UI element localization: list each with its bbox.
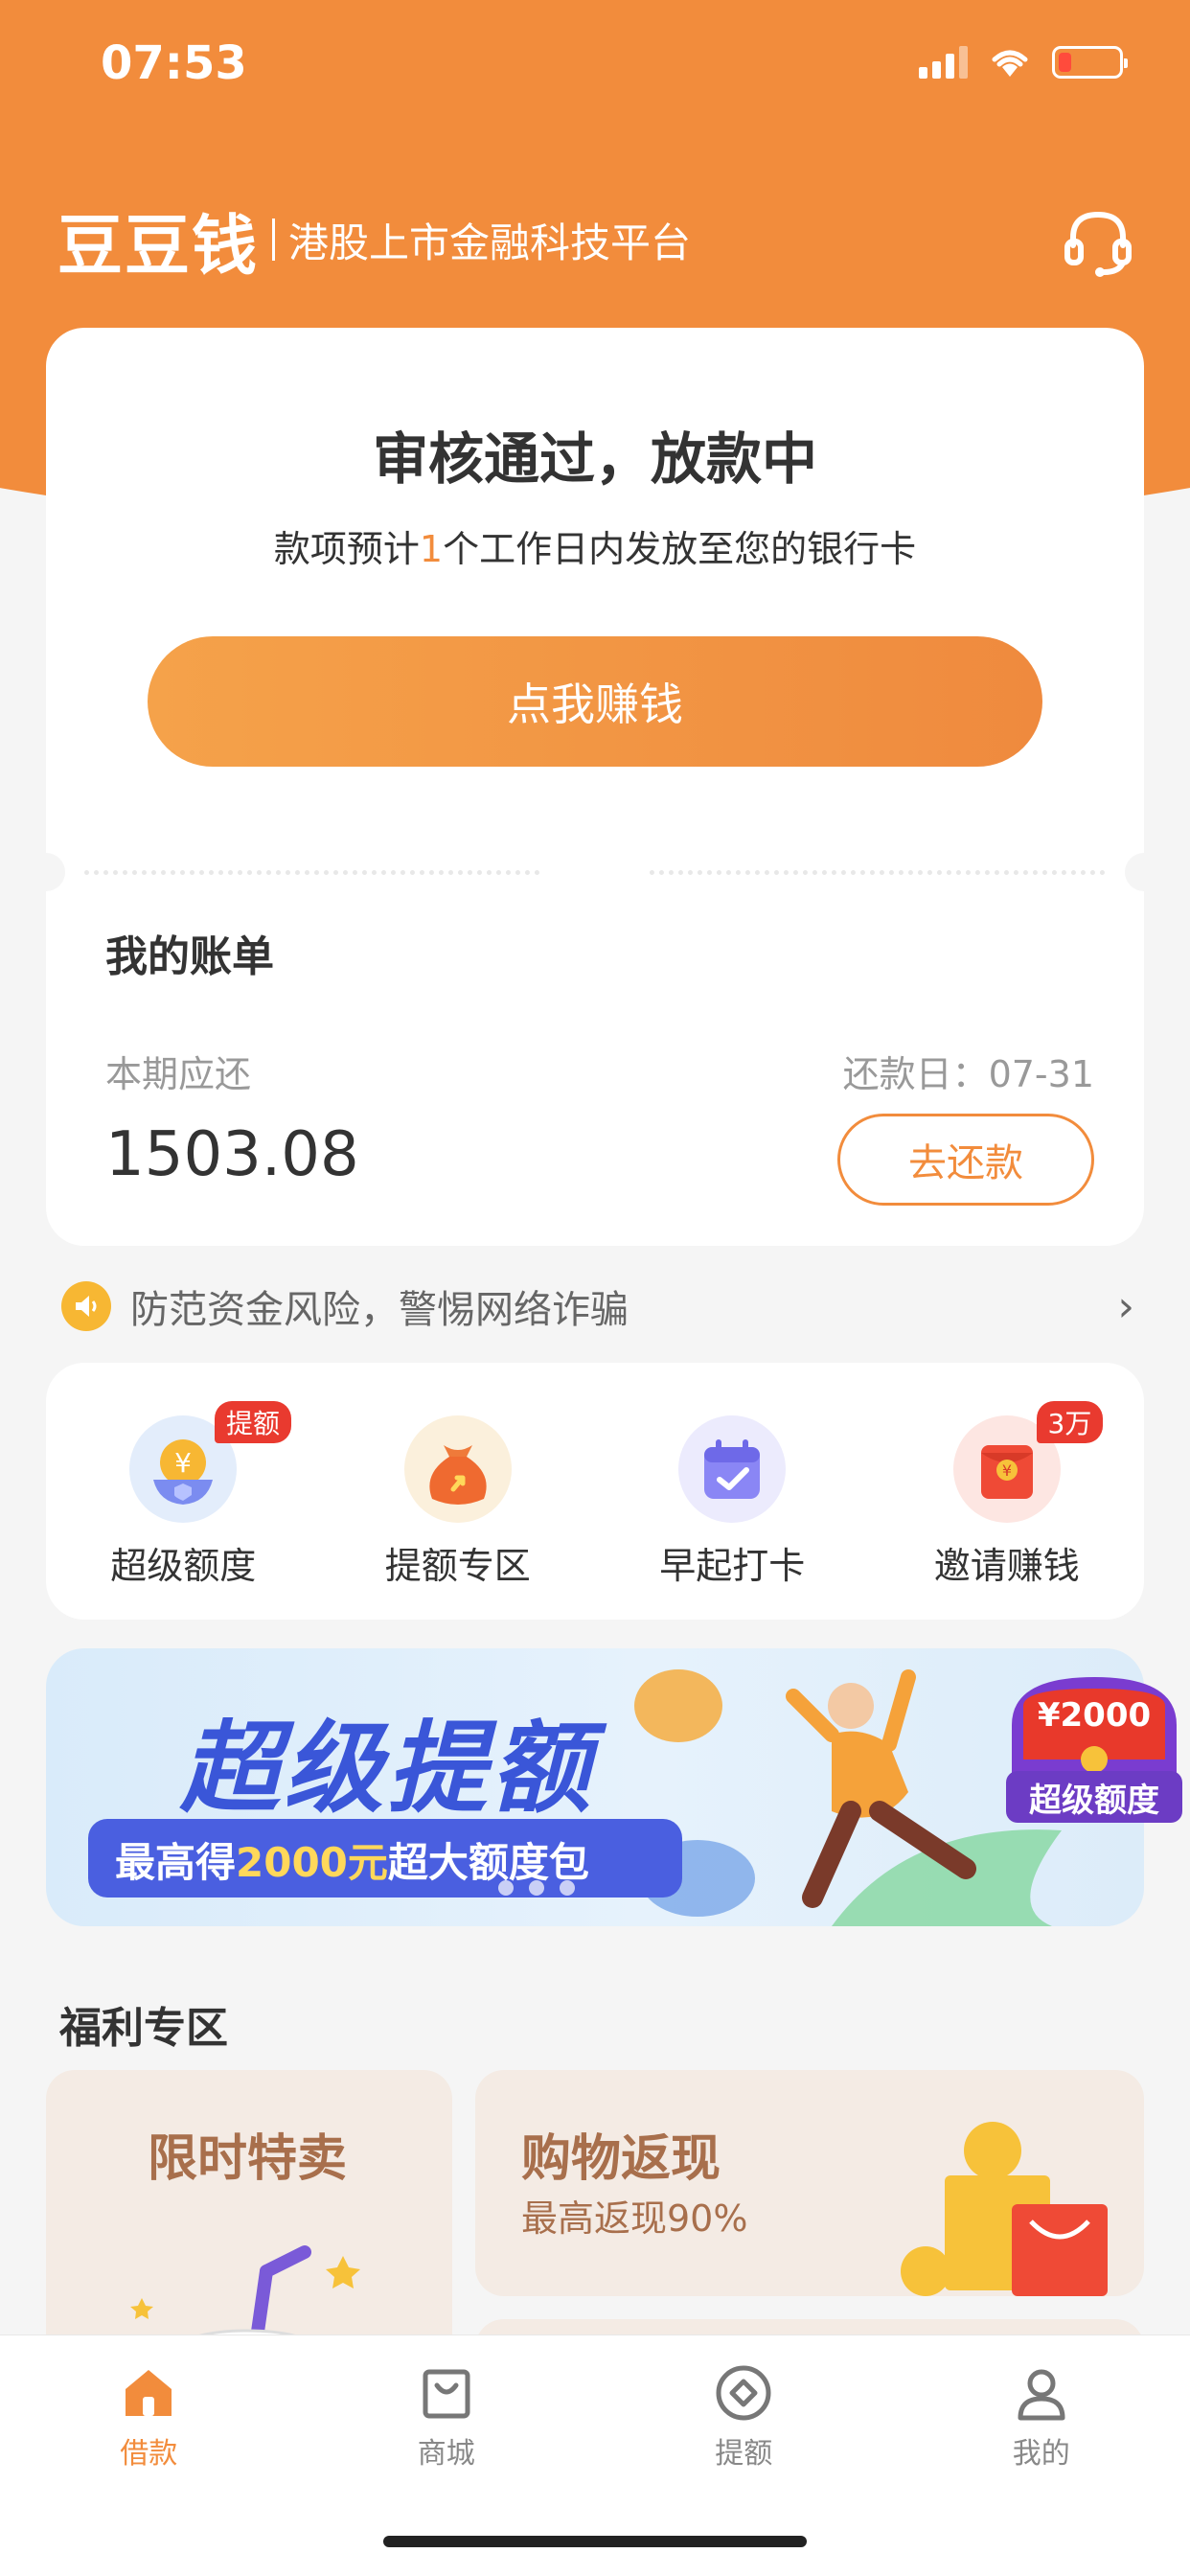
tab-label: 我的 xyxy=(1012,2437,1070,2471)
quick-label: 超级额度 xyxy=(110,1545,257,1587)
divider-gap xyxy=(544,861,650,880)
wifi-icon xyxy=(992,50,1028,77)
shopping-bag-icon xyxy=(423,2369,470,2419)
tab-borrow[interactable]: 借款 xyxy=(0,2335,298,2576)
quick-badge: 3万 xyxy=(1036,1401,1104,1443)
speaker-icon xyxy=(61,1281,111,1331)
shopping-bags-illustration xyxy=(901,2122,1108,2296)
banner-sub-suffix: 超大额度包 xyxy=(387,1839,589,1886)
due-label: 本期应还 xyxy=(105,1053,252,1095)
quick-badge: 提额 xyxy=(215,1401,292,1443)
chevron-right-icon: › xyxy=(1117,1281,1134,1331)
diamond-icon xyxy=(716,2365,771,2421)
app-logo: 豆豆钱 xyxy=(57,208,260,285)
quick-item-invite-earn[interactable]: ¥ 邀请赚钱 3万 xyxy=(870,1363,1145,1620)
money-bag-icon xyxy=(403,1415,512,1523)
app-header: 豆豆钱 港股上市金融科技平台 xyxy=(57,196,692,285)
subtitle-suffix: 个工作日内发放至您的银行卡 xyxy=(443,528,917,570)
app-slogan: 港股上市金融科技平台 xyxy=(288,218,692,266)
cashback-title: 购物返现 xyxy=(521,2130,721,2188)
tab-mine[interactable]: 我的 xyxy=(893,2335,1190,2576)
customer-service-headset-icon[interactable] xyxy=(1060,203,1136,280)
user-icon xyxy=(1018,2369,1065,2421)
quick-label: 早起打卡 xyxy=(659,1545,806,1587)
flash-sale-title: 限时特卖 xyxy=(148,2130,348,2188)
subtitle-prefix: 款项预计 xyxy=(273,528,420,570)
tab-label: 借款 xyxy=(120,2437,178,2471)
quick-item-credit-zone[interactable]: 提额专区 xyxy=(321,1363,596,1620)
home-icon xyxy=(126,2370,172,2416)
svg-text:¥: ¥ xyxy=(1002,1461,1012,1480)
due-date: 还款日：07-31 xyxy=(842,1053,1094,1095)
promo-amount: ¥2000 xyxy=(1037,1696,1152,1735)
earn-money-button[interactable]: 点我赚钱 xyxy=(148,636,1042,767)
tab-label: 商城 xyxy=(417,2437,475,2471)
due-amount: 1503.08 xyxy=(105,1119,359,1190)
quick-item-early-checkin[interactable]: 早起打卡 xyxy=(595,1363,870,1620)
cellular-signal-icon xyxy=(919,46,968,79)
loan-status-title: 审核通过，放款中 xyxy=(372,426,817,492)
quick-label: 提额专区 xyxy=(384,1545,531,1587)
notice-text: 防范资金风险，警惕网络诈骗 xyxy=(130,1288,629,1332)
battery-icon xyxy=(1052,46,1128,79)
card-notch-left xyxy=(27,853,65,891)
calendar-check-icon xyxy=(678,1415,787,1523)
repay-button[interactable]: 去还款 xyxy=(837,1114,1094,1206)
banner-sub-prefix: 最高得 xyxy=(115,1839,237,1886)
quick-label: 邀请赚钱 xyxy=(933,1545,1080,1587)
status-time: 07:53 xyxy=(101,36,247,90)
welfare-section-title: 福利专区 xyxy=(59,2004,228,2053)
fraud-notice-bar[interactable]: 防范资金风险，警惕网络诈骗 › xyxy=(61,1275,1134,1338)
banner-title: 超级提额 xyxy=(180,1710,595,1827)
logo-divider xyxy=(272,218,276,261)
bill-title: 我的账单 xyxy=(105,932,274,981)
home-indicator[interactable] xyxy=(383,2536,807,2547)
promo-label: 超级额度 xyxy=(1006,1771,1182,1823)
cashback-card[interactable]: 购物返现 最高返现90% xyxy=(475,2070,1144,2296)
quick-item-super-credit[interactable]: ¥ 超级额度 提额 xyxy=(46,1363,321,1620)
loan-status-card: 审核通过，放款中 款项预计1个工作日内发放至您的银行卡 点我赚钱 我的账单 本期… xyxy=(27,328,1163,1246)
card-notch-right xyxy=(1125,853,1163,891)
status-icons xyxy=(919,46,1128,79)
subtitle-days: 1 xyxy=(419,528,444,570)
svg-text:¥: ¥ xyxy=(174,1447,192,1479)
quick-menu: ¥ 超级额度 提额 提额专区 早起打卡 ¥ 邀请赚钱 3万 xyxy=(46,1363,1144,1620)
status-bar: 07:53 xyxy=(0,0,1190,129)
banner-sub-amount: 2000元 xyxy=(236,1839,388,1886)
cashback-subtitle: 最高返现90% xyxy=(521,2197,748,2240)
banner-pagination xyxy=(498,1880,575,1896)
super-credit-banner[interactable]: 超级提额 最高得2000元超大额度包 xyxy=(46,1648,1144,1926)
loan-status-subtitle: 款项预计1个工作日内发放至您的银行卡 xyxy=(46,519,1144,572)
tab-label: 提额 xyxy=(715,2437,773,2471)
